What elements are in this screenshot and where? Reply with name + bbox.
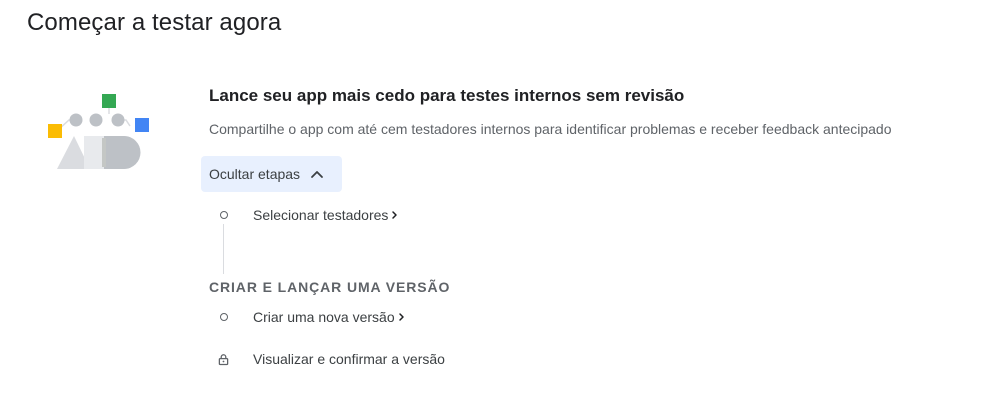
circle-step-icon (218, 312, 229, 323)
step-label[interactable]: Selecionar testadores (253, 207, 388, 223)
chevron-right-icon (398, 313, 404, 321)
card-subtitle: Compartilhe o app com até cem testadores… (209, 121, 892, 137)
hide-steps-button[interactable]: Ocultar etapas (201, 156, 342, 192)
section-header: CRIAR E LANÇAR UMA VERSÃO (209, 279, 451, 295)
step-label[interactable]: Criar uma nova versão (253, 309, 395, 325)
chevron-up-icon (311, 171, 323, 178)
hide-steps-label: Ocultar etapas (209, 166, 301, 182)
lock-icon (218, 353, 229, 365)
step-label: Visualizar e confirmar a versão (253, 351, 445, 367)
timeline-connector (223, 224, 224, 274)
step-select-testers[interactable]: Selecionar testadores (218, 207, 399, 223)
testers-illustration (44, 90, 154, 172)
card-title: Lance seu app mais cedo para testes inte… (209, 86, 685, 105)
step-create-release[interactable]: Criar uma nova versão (218, 309, 406, 325)
step-review-release: Visualizar e confirmar a versão (218, 351, 445, 367)
page-title: Começar a testar agora (27, 9, 282, 36)
chevron-right-icon (392, 211, 398, 219)
circle-step-icon (218, 210, 229, 221)
